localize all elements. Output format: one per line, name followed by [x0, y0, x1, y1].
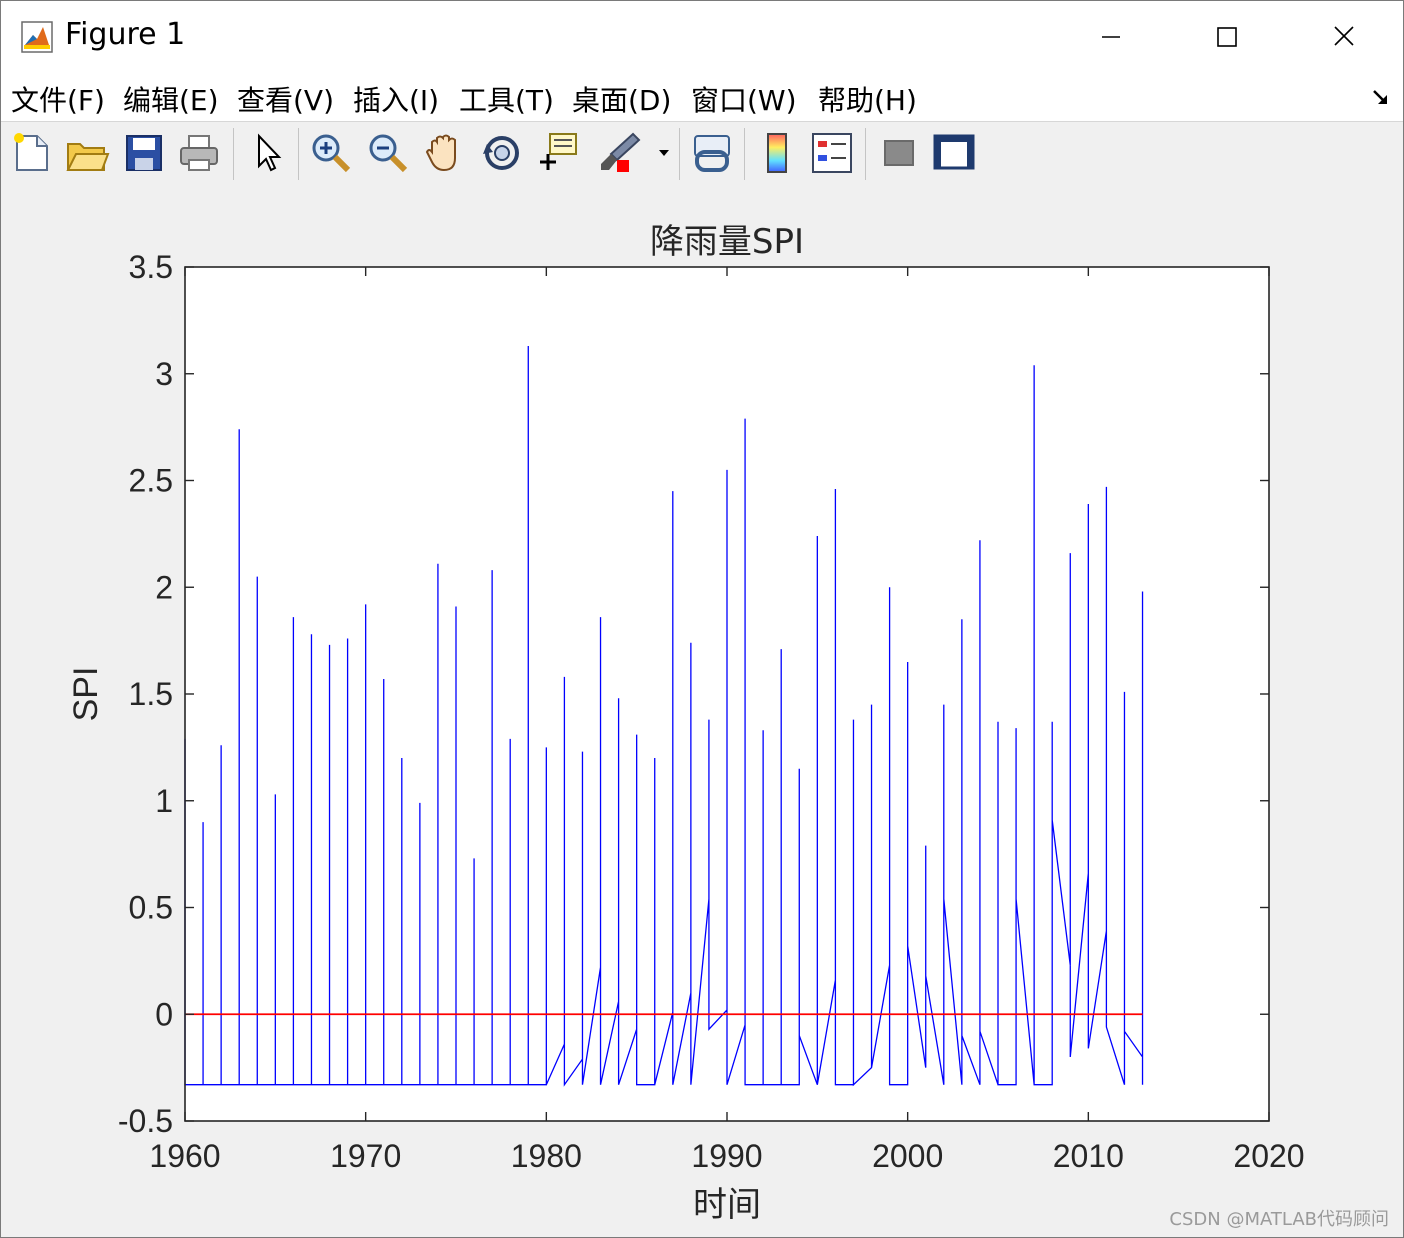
x-tick-label: 2000	[872, 1138, 943, 1174]
figure-window: Figure 1 文件(F) 编辑(E) 查看(V) 插入(I) 工具(T) 桌…	[0, 0, 1404, 1238]
y-tick-label: 1.5	[129, 676, 173, 712]
brush-icon[interactable]	[597, 130, 643, 176]
hide-plot-tools-icon[interactable]	[876, 130, 922, 176]
x-tick-label: 1980	[511, 1138, 582, 1174]
colorbar-icon[interactable]	[754, 130, 800, 176]
zoom-in-icon[interactable]	[308, 130, 354, 176]
rotate-3d-icon[interactable]	[479, 130, 525, 176]
toolbar-separator	[298, 128, 299, 180]
toolbar-separator	[865, 128, 866, 180]
menu-help[interactable]: 帮助(H)	[818, 79, 917, 119]
maximize-icon[interactable]	[1197, 11, 1257, 61]
y-axis-label: SPI	[67, 667, 105, 722]
figure-toolbar	[1, 121, 1403, 187]
x-tick-label: 2010	[1053, 1138, 1124, 1174]
chart-title: 降雨量SPI	[650, 222, 804, 262]
new-figure-icon[interactable]	[9, 130, 55, 176]
axes[interactable]: 1960 1970 1980 1990 2000 2010 2020 -0.5 0 0.5 1 1.5…	[1, 186, 1403, 1237]
menu-file[interactable]: 文件(F)	[11, 79, 105, 119]
x-tick-label: 1960	[149, 1138, 220, 1174]
y-tick-label: 2	[155, 569, 173, 605]
open-file-icon[interactable]	[64, 130, 110, 176]
toolbar-separator	[679, 128, 680, 180]
toolbar-separator	[744, 128, 745, 180]
save-icon[interactable]	[121, 130, 167, 176]
menu-edit[interactable]: 编辑(E)	[123, 79, 219, 119]
y-tick-label: 1	[155, 783, 173, 819]
minimize-icon[interactable]	[1081, 11, 1141, 61]
y-tick-label: -0.5	[118, 1103, 173, 1139]
data-cursor-icon[interactable]	[536, 130, 582, 176]
menu-insert[interactable]: 插入(I)	[353, 79, 439, 119]
toolbar-separator	[233, 128, 234, 180]
pan-hand-icon[interactable]	[422, 130, 468, 176]
matlab-logo-icon	[21, 21, 53, 53]
zoom-out-icon[interactable]	[365, 130, 411, 176]
menu-bar: 文件(F) 编辑(E) 查看(V) 插入(I) 工具(T) 桌面(D) 窗口(W…	[1, 73, 1403, 121]
y-tick-label: 0	[155, 996, 173, 1032]
watermark: CSDN @MATLAB代码顾问	[1169, 1209, 1389, 1230]
show-plot-tools-icon[interactable]	[931, 130, 977, 176]
window-title: Figure 1	[65, 17, 186, 52]
x-tick-label: 1970	[330, 1138, 401, 1174]
title-bar: Figure 1	[1, 1, 1403, 73]
y-tick-label: 2.5	[129, 463, 173, 499]
menu-desktop[interactable]: 桌面(D)	[572, 79, 671, 119]
menu-window[interactable]: 窗口(W)	[691, 79, 797, 119]
y-tick-label: 3.5	[129, 249, 173, 285]
x-axis-label: 时间	[693, 1185, 761, 1225]
y-tick-label: 3	[155, 356, 173, 392]
edit-plot-cursor-icon[interactable]	[245, 130, 291, 176]
menu-view[interactable]: 查看(V)	[237, 79, 334, 119]
menu-tools[interactable]: 工具(T)	[459, 79, 554, 119]
brush-dropdown-icon[interactable]	[649, 130, 679, 176]
dock-arrow-icon[interactable]	[1371, 87, 1393, 109]
legend-icon[interactable]	[809, 130, 855, 176]
y-tick-label: 0.5	[129, 890, 173, 926]
x-tick-label: 2020	[1233, 1138, 1304, 1174]
figure-canvas: 1960 1970 1980 1990 2000 2010 2020 -0.5 0 0.5 1 1.5…	[1, 186, 1403, 1237]
print-icon[interactable]	[177, 130, 223, 176]
x-tick-label: 1990	[691, 1138, 762, 1174]
link-plot-icon[interactable]	[689, 130, 735, 176]
close-icon[interactable]	[1314, 11, 1374, 61]
